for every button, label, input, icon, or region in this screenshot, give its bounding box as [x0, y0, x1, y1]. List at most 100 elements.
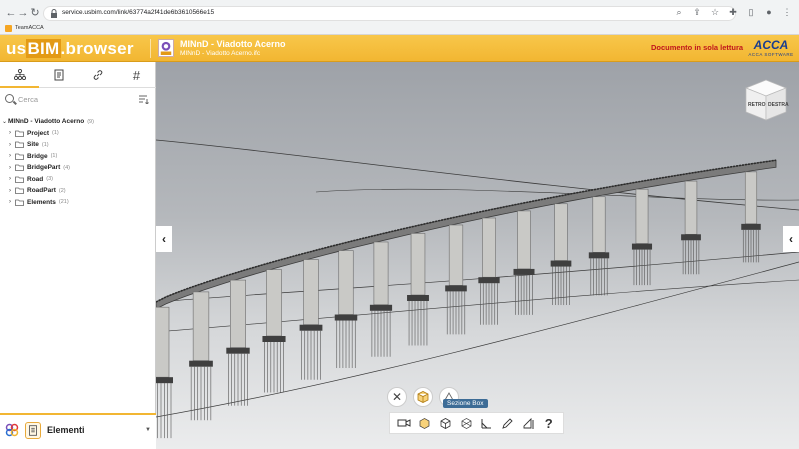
camera-icon	[397, 419, 411, 427]
tree-item-label: BridgePart	[27, 164, 61, 172]
camera-button[interactable]	[396, 415, 412, 431]
angle-icon	[481, 418, 492, 428]
project-filename: MINnD - Viadotto Acerno.ifc	[180, 50, 261, 57]
folder-icon	[15, 164, 24, 172]
tree-item-label: Site	[27, 141, 39, 149]
pier-cap	[550, 260, 572, 267]
box-icon	[417, 391, 429, 403]
pier-cap	[478, 277, 500, 284]
tree-item-road[interactable]: › Road (3)	[2, 174, 154, 186]
profile-icon[interactable]: ●	[763, 6, 775, 18]
elements-label: Elementi	[47, 425, 85, 435]
pier	[635, 188, 649, 244]
pier-cap	[681, 234, 701, 241]
pier-cap	[189, 360, 213, 367]
3d-viewport[interactable]: ‹ ‹ RETRO DESTRA ✕ Sezione Box ?	[156, 62, 799, 449]
model-tree: ⌄ MINnD - Viadotto Acerno (9) › Project (1…	[2, 116, 154, 208]
tab-hierarchy[interactable]	[0, 62, 39, 88]
zoom-icon[interactable]: ⌕	[673, 6, 685, 18]
folder-icon	[15, 199, 24, 206]
expand-panel-button[interactable]: ‹	[783, 226, 799, 252]
filter-icon[interactable]	[139, 95, 150, 104]
pier	[592, 196, 606, 253]
pier-cap	[741, 223, 761, 230]
pier	[338, 250, 354, 315]
tree-item-bridgepart[interactable]: › BridgePart (4)	[2, 162, 154, 174]
tooltip-section-box: Sezione Box	[443, 399, 488, 408]
tree-item-bridge[interactable]: › Bridge (1)	[2, 151, 154, 163]
pier-cap	[588, 252, 610, 259]
elements-panel-bar: Elementi ▼	[0, 413, 156, 449]
url-text: service.usbim.com/link/63774a2f41de6b361…	[62, 9, 215, 16]
cube-face-right: DESTRA	[768, 102, 789, 108]
pier-cap	[407, 294, 429, 301]
section-button[interactable]	[438, 415, 454, 431]
folder-icon	[15, 130, 24, 137]
pier	[192, 291, 210, 361]
reload-icon[interactable]: ↻	[28, 6, 42, 20]
usbim-logo: usBIM.browser	[6, 39, 134, 59]
menu-icon[interactable]: ⋮	[781, 6, 793, 18]
bookmark-teamacca[interactable]: TeamACCA	[5, 23, 44, 33]
browser-chrome: ← → ↻ service.usbim.com/link/63774a2f41d…	[0, 0, 799, 35]
sidepanel-icon[interactable]: ▯	[745, 6, 757, 18]
tree-item-count: (1)	[52, 130, 59, 137]
address-bar[interactable]: service.usbim.com/link/63774a2f41de6b361…	[43, 6, 736, 21]
header-divider	[150, 39, 151, 58]
pile-group	[446, 291, 466, 335]
pier-cap	[334, 314, 358, 321]
measure-button[interactable]	[479, 415, 495, 431]
pier-cap	[156, 377, 173, 384]
caret-down-icon[interactable]: ▼	[145, 427, 151, 433]
folder-icon	[15, 141, 24, 149]
annotate-button[interactable]	[499, 415, 515, 431]
tab-links[interactable]	[78, 62, 117, 88]
star-icon[interactable]: ☆	[709, 6, 721, 18]
wireframe-button[interactable]	[458, 415, 474, 431]
tree-item-project[interactable]: › Project (1)	[2, 128, 154, 140]
tab-properties[interactable]	[39, 62, 78, 88]
terrain-line	[156, 261, 799, 418]
clip-button[interactable]	[520, 415, 536, 431]
share-icon[interactable]: ⇪	[691, 6, 703, 18]
orbit-button[interactable]	[417, 415, 433, 431]
acca-logo[interactable]: ACCA ACCA SOFTWARE	[748, 38, 794, 60]
elements-list-icon[interactable]	[25, 422, 41, 439]
acca-brand-sub: ACCA SOFTWARE	[748, 52, 794, 57]
close-section-button[interactable]: ✕	[387, 387, 407, 407]
pile-group	[408, 300, 428, 346]
folder-icon	[15, 176, 24, 183]
acca-brand: ACCA	[753, 38, 789, 52]
section-cube-button[interactable]	[413, 387, 433, 407]
extensions-icon[interactable]: ✚	[727, 6, 739, 18]
search-box	[2, 92, 154, 108]
project-title: MINnD - Viadotto Acerno	[180, 39, 286, 49]
bridge-model[interactable]	[156, 62, 799, 449]
app-header: usBIM.browser MINnD - Viadotto Acerno MI…	[0, 35, 799, 62]
view-cube[interactable]: RETRO DESTRA	[741, 76, 791, 122]
tree-item-elements[interactable]: › Elements (21)	[2, 197, 154, 209]
pile-group	[480, 283, 498, 325]
folder-icon	[15, 187, 24, 195]
wireframe-icon	[461, 417, 472, 429]
sidebar-tabs: #	[0, 62, 156, 88]
tab-parameters[interactable]: #	[117, 62, 156, 88]
search-input[interactable]	[18, 93, 133, 106]
tree-item-roadpart[interactable]: › RoadPart (2)	[2, 185, 154, 197]
pier-cap	[631, 243, 653, 250]
tree-item-site[interactable]: › Site (1)	[2, 139, 154, 151]
pile-group	[371, 310, 391, 357]
pile-group	[190, 366, 212, 421]
tree-item-count: (2)	[58, 187, 66, 194]
pier	[554, 203, 568, 261]
readonly-badge: Documento in sola lettura	[651, 43, 744, 52]
help-button[interactable]: ?	[541, 415, 557, 431]
tree-item-count: (1)	[41, 141, 49, 148]
tree-root[interactable]: ⌄ MINnD - Viadotto Acerno (9)	[2, 116, 154, 128]
collapse-sidebar-button[interactable]: ‹	[156, 226, 172, 252]
tree-root-count: (9)	[87, 118, 94, 125]
pier	[230, 279, 247, 348]
pier-cap	[262, 335, 286, 342]
tree-item-count: (4)	[63, 164, 70, 171]
pier-cap	[513, 268, 535, 275]
